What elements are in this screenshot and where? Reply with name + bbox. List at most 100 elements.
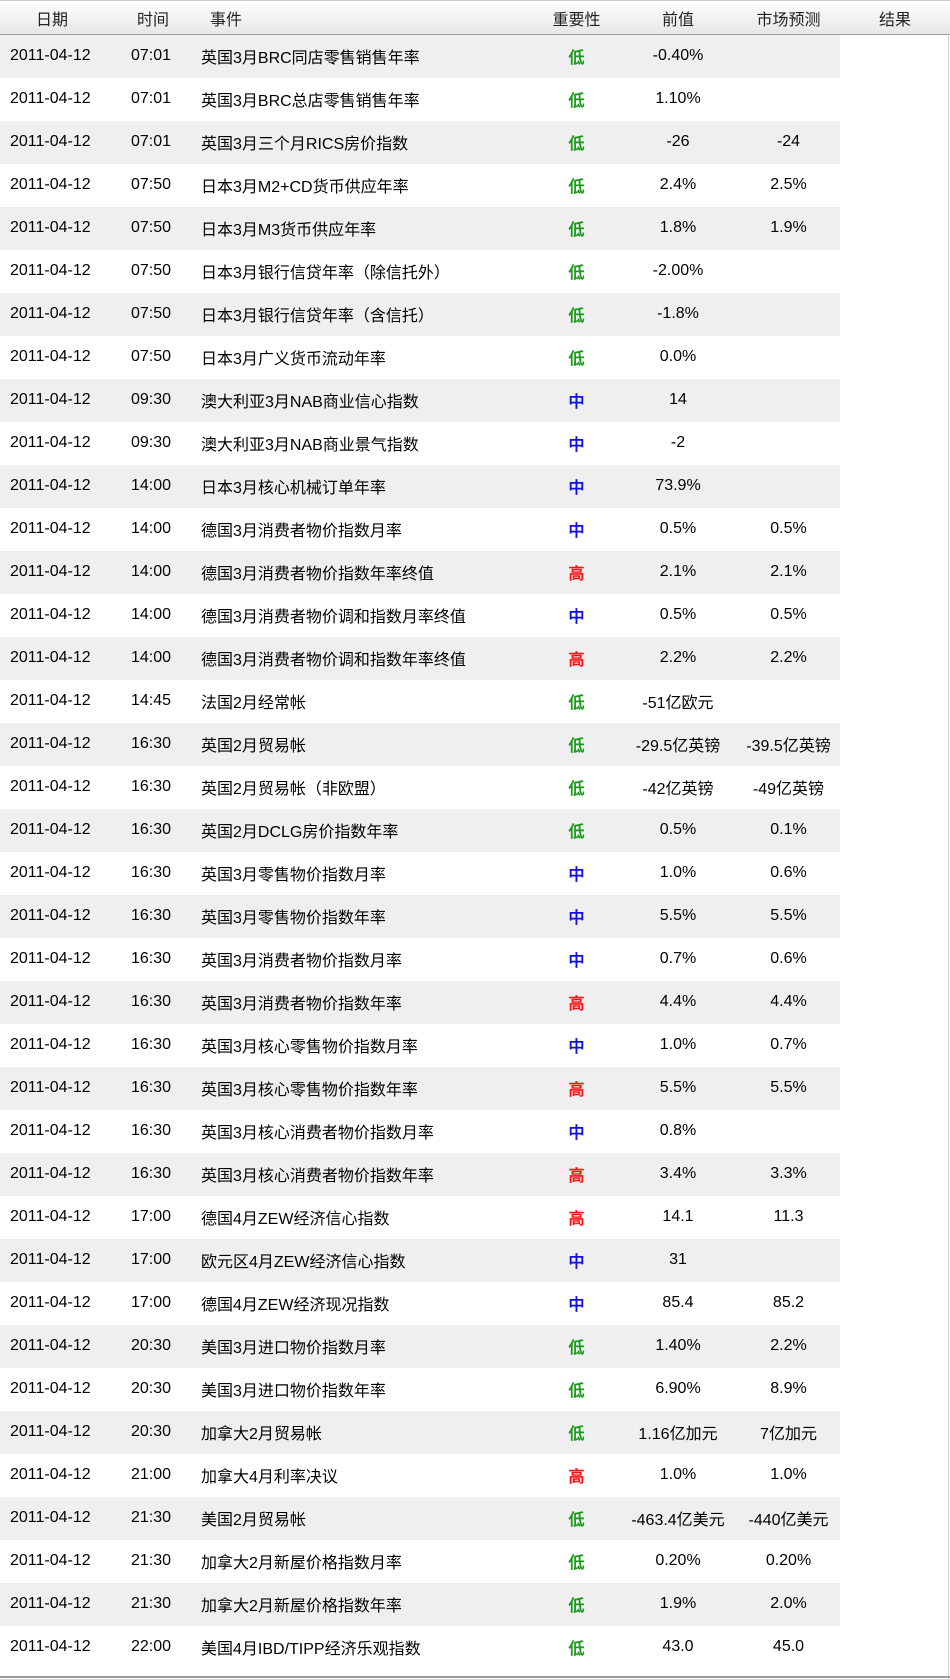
- row-importance-badge: 低: [534, 1410, 619, 1454]
- row-previous-value: 5.5%: [619, 1066, 737, 1110]
- row-event: 日本3月M3货币供应年率: [189, 206, 534, 250]
- row-forecast-value: -24: [737, 120, 840, 164]
- row-date: 2011-04-12: [0, 120, 118, 164]
- row-importance-badge: 低: [568, 695, 585, 712]
- row-result-value: [840, 1239, 950, 1282]
- table-row: 2011-04-12 16:30 英国3月零售物价指数月率 中 1.0% 0.6%: [0, 852, 950, 895]
- row-time: 14:45: [131, 692, 172, 709]
- row-event: 加拿大4月利率决议: [201, 1469, 338, 1486]
- row-date: 2011-04-12: [0, 1496, 118, 1540]
- row-date: 2011-04-12: [0, 1582, 118, 1626]
- table-row: 2011-04-12 17:00 德国4月ZEW经济现况指数 中 85.4 85.2: [0, 1282, 950, 1325]
- row-event: 美国3月进口物价指数月率: [189, 1324, 534, 1368]
- row-time: 20:30: [118, 1324, 189, 1368]
- row-event: 加拿大2月贸易帐: [189, 1410, 534, 1454]
- row-event: 英国3月消费者物价指数月率: [201, 953, 402, 970]
- row-time: 07:50: [118, 292, 189, 336]
- row-date: 2011-04-12: [0, 206, 118, 250]
- row-previous-value: 0.0%: [659, 348, 697, 365]
- row-importance-badge: 低: [568, 93, 585, 110]
- row-forecast-value: [737, 292, 840, 336]
- row-time: 21:30: [118, 1496, 189, 1540]
- row-previous-value: 1.10%: [655, 90, 701, 107]
- row-date: 2011-04-12: [10, 950, 91, 967]
- column-header-event[interactable]: 事件: [189, 0, 534, 35]
- table-row: 2011-04-12 17:00 德国4月ZEW经济信心指数 高 14.1 11.3: [0, 1196, 950, 1239]
- column-header-time[interactable]: 时间: [118, 0, 189, 35]
- row-result-value: [840, 551, 950, 594]
- row-time: 16:30: [118, 980, 189, 1024]
- column-header-importance[interactable]: 重要性: [534, 0, 619, 35]
- row-result-value: [840, 1540, 950, 1583]
- row-time: 17:00: [131, 1294, 172, 1311]
- row-forecast-value: -49亿英镑: [752, 781, 825, 798]
- row-date: 2011-04-12: [10, 1380, 91, 1397]
- row-previous-value: 1.9%: [619, 1582, 737, 1626]
- row-previous-value: 1.0%: [659, 864, 697, 881]
- row-previous-value: -26: [619, 120, 737, 164]
- row-previous-value: 1.16亿加元: [619, 1410, 737, 1454]
- row-previous-value: 0.7%: [659, 950, 697, 967]
- row-event: 德国3月消费者物价调和指数月率终值: [201, 609, 466, 626]
- row-time: 14:00: [131, 606, 172, 623]
- row-event: 英国2月贸易帐: [189, 722, 534, 766]
- row-importance-badge: 低: [568, 351, 585, 368]
- row-time: 16:30: [131, 1122, 172, 1139]
- row-event: 英国3月核心零售物价指数年率: [189, 1066, 534, 1110]
- row-date: 2011-04-12: [10, 1122, 91, 1139]
- row-event: 德国4月ZEW经济信心指数: [201, 1211, 390, 1228]
- row-date: 2011-04-12: [0, 808, 118, 852]
- row-importance-badge: 中: [534, 1238, 619, 1282]
- table-row: 2011-04-12 09:30 澳大利亚3月NAB商业信心指数中 14: [0, 378, 950, 422]
- row-forecast-value: 0.20%: [765, 1552, 812, 1569]
- row-previous-value: -463.4亿美元: [619, 1496, 737, 1540]
- table-row: 2011-04-12 07:50 日本3月M2+CD货币供应年率 低 2.4% 2.5%: [0, 164, 950, 207]
- row-date: 2011-04-12: [10, 606, 91, 623]
- row-importance-badge: 中: [568, 953, 585, 970]
- table-row: 2011-04-12 17:00 欧元区4月ZEW经济信心指数中 31: [0, 1238, 950, 1282]
- row-time: 17:00: [118, 1238, 189, 1282]
- row-result-value: [840, 981, 950, 1024]
- row-result-value: [840, 1024, 950, 1067]
- row-previous-value: 43.0: [662, 1638, 694, 1655]
- table-header: 日期 时间 事件 重要性 前值 市场预测 结果: [0, 0, 950, 35]
- row-forecast-value: 1.0%: [770, 1466, 807, 1483]
- row-importance-badge: 中: [534, 464, 619, 508]
- row-importance-badge: 低: [534, 722, 619, 766]
- row-date: 2011-04-12: [0, 464, 118, 508]
- column-header-result[interactable]: 结果: [840, 0, 950, 35]
- row-importance-badge: 中: [568, 609, 585, 626]
- row-importance-badge: 低: [568, 1383, 585, 1400]
- table-row: 2011-04-12 20:30 美国3月进口物价指数月率低 1.40% 2.2%: [0, 1324, 950, 1368]
- row-time: 09:30: [131, 434, 172, 451]
- row-previous-value: 6.90%: [655, 1380, 701, 1397]
- row-result-value: [840, 1583, 950, 1626]
- table-row: 2011-04-12 14:00 德国3月消费者物价指数月率 中 0.5% 0.5%: [0, 508, 950, 551]
- row-time: 14:00: [131, 520, 172, 537]
- column-header-previous[interactable]: 前值: [619, 0, 737, 35]
- row-result-value: [840, 895, 950, 938]
- row-importance-badge: 中: [534, 378, 619, 422]
- row-event: 欧元区4月ZEW经济信心指数: [189, 1238, 534, 1282]
- row-forecast-value: [737, 422, 840, 465]
- row-date: 2011-04-12: [10, 90, 91, 107]
- row-time: 14:00: [118, 636, 189, 680]
- row-previous-value: -0.40%: [619, 34, 737, 78]
- column-header-date[interactable]: 日期: [0, 0, 118, 35]
- row-date: 2011-04-12: [0, 1066, 118, 1110]
- row-forecast-value: -440亿美元: [737, 1496, 840, 1540]
- row-event: 英国3月消费者物价指数年率: [189, 980, 534, 1024]
- row-result-value: [840, 1411, 950, 1454]
- table-body: 2011-04-12 07:01 英国3月BRC同店零售销售年率低 -0.40% 201…: [0, 34, 950, 1669]
- column-header-forecast[interactable]: 市场预测: [737, 0, 840, 35]
- table-right-border: [948, 34, 949, 1679]
- table-row: 2011-04-12 14:00 德国3月消费者物价调和指数月率终值 中 0.5% 0.5…: [0, 594, 950, 637]
- row-result-value: [840, 121, 950, 164]
- row-forecast-value: [737, 680, 840, 723]
- row-forecast-value: 4.4%: [737, 980, 840, 1024]
- row-forecast-value: 0.5%: [770, 520, 807, 537]
- row-time: 16:30: [131, 1036, 172, 1053]
- row-result-value: [840, 35, 950, 78]
- row-result-value: [840, 336, 950, 379]
- table-row: 2011-04-12 07:01 英国3月三个月RICS房价指数低 -26 -24: [0, 120, 950, 164]
